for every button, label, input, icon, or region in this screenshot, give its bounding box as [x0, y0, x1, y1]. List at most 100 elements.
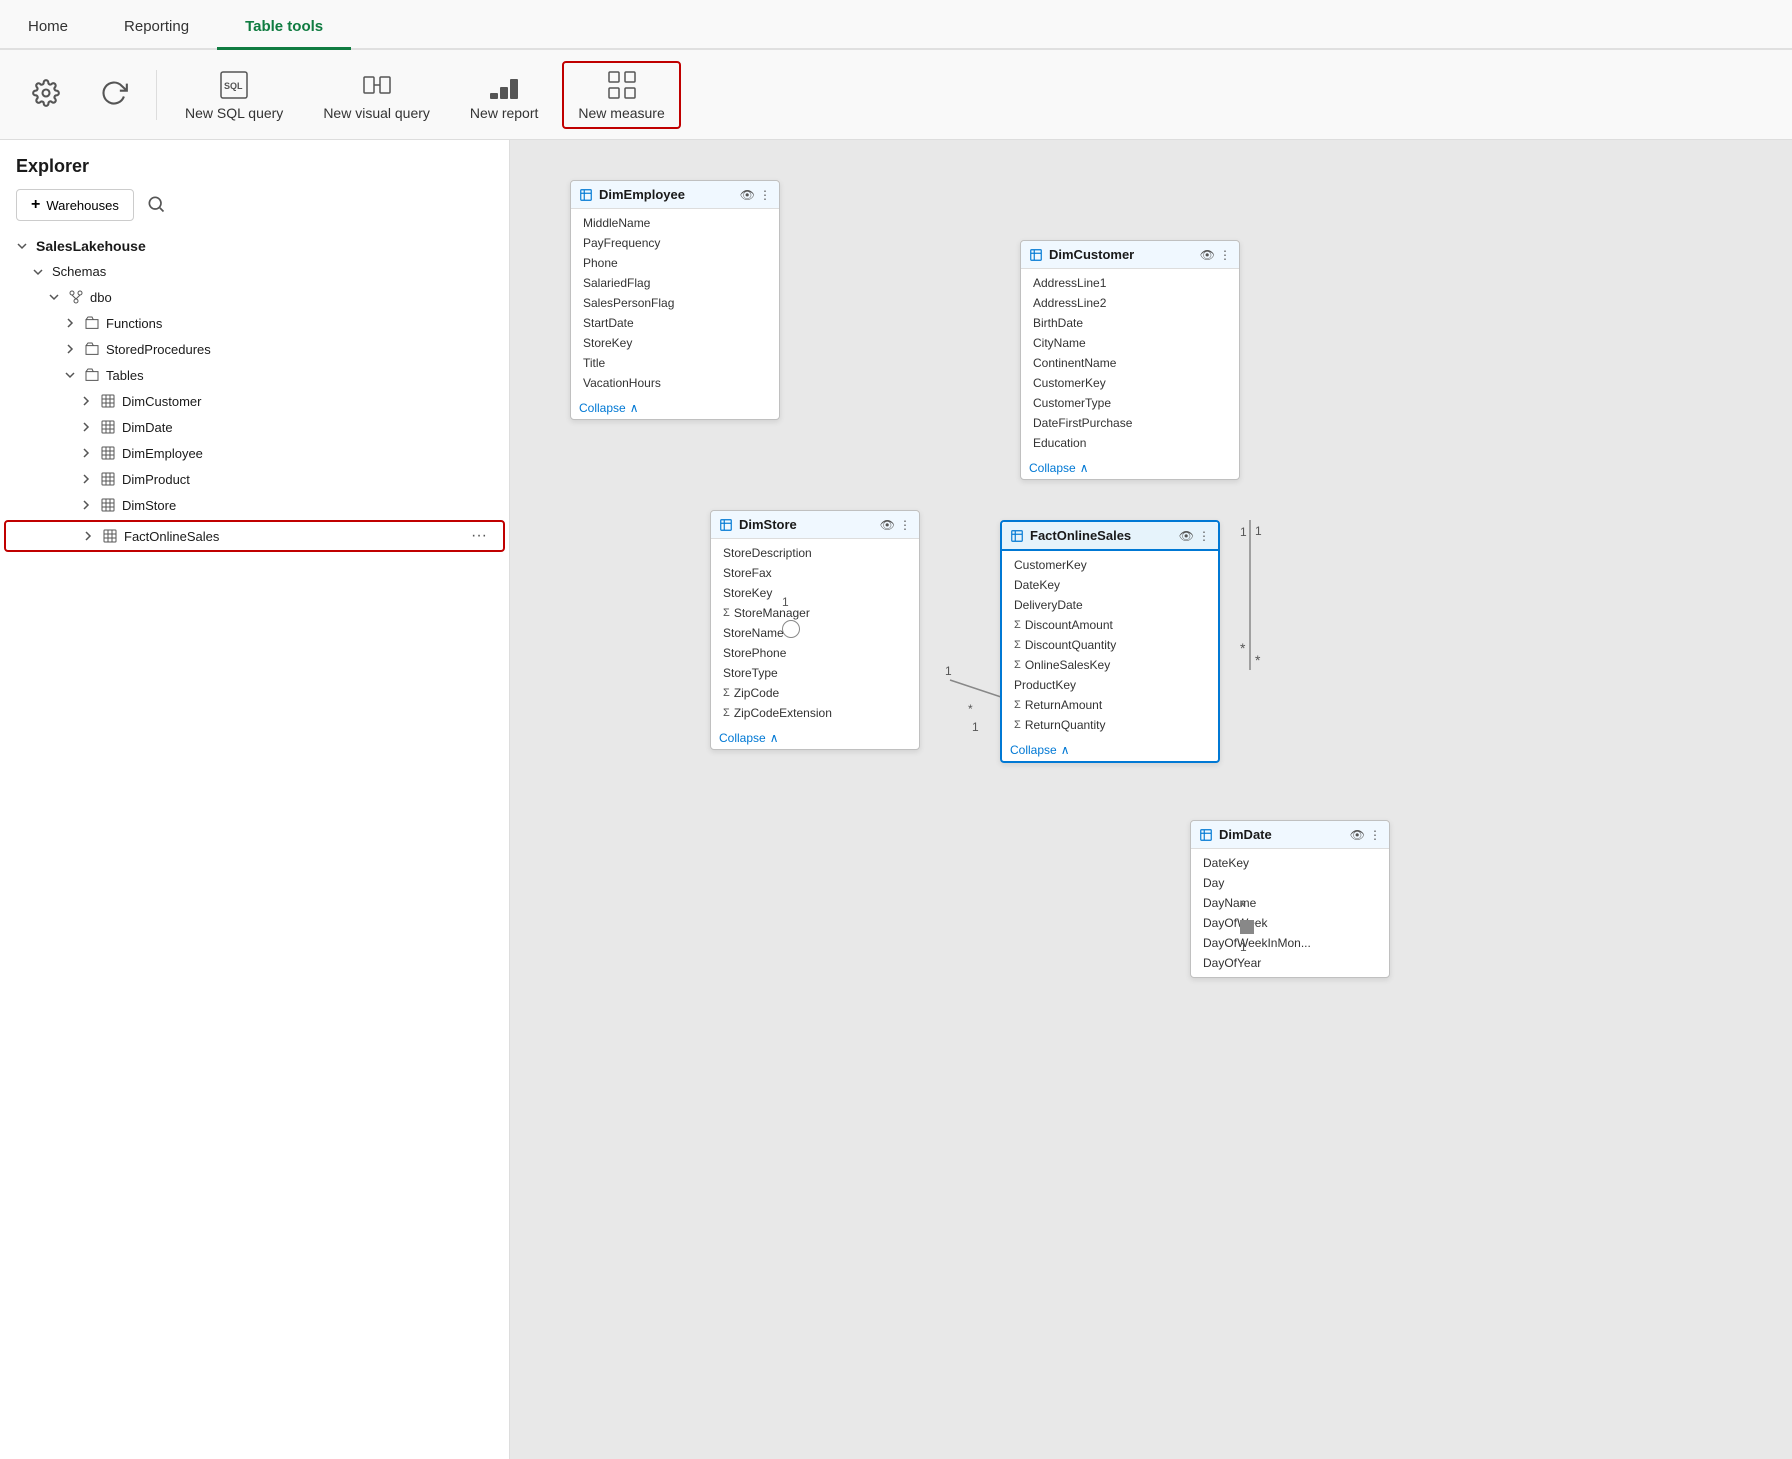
svg-text:*: *	[1255, 652, 1261, 668]
eye-icon[interactable]: 👁	[740, 188, 755, 202]
dimstore-collapse[interactable]: Collapse ∧	[711, 727, 919, 749]
chevron-up-icon: ∧	[770, 731, 779, 745]
factonlinesales-collapse[interactable]: Collapse ∧	[1002, 739, 1218, 761]
table-card-dimdate[interactable]: DimDate 👁 ⋮ DateKey Day DayName DayOfWee…	[1190, 820, 1390, 978]
field-storefax: StoreFax	[711, 563, 919, 583]
dimdate-fields: DateKey Day DayName DayOfWeek DayOfWeekI…	[1191, 849, 1389, 977]
table-card-dimemployee[interactable]: DimEmployee 👁 ⋮ MiddleName PayFrequency …	[570, 180, 780, 420]
tree-item-dimemployee[interactable]: DimEmployee	[0, 440, 509, 466]
tree-item-dimdate[interactable]: DimDate	[0, 414, 509, 440]
field-productkey: ProductKey	[1002, 675, 1218, 695]
field-zipcode: ΣZipCode	[711, 683, 919, 703]
tree-item-schemas[interactable]: Schemas	[0, 259, 509, 284]
table-icon	[1010, 529, 1024, 543]
eye-icon[interactable]: 👁	[880, 518, 895, 532]
tree-item-storedprocedures[interactable]: StoredProcedures	[0, 336, 509, 362]
table-icon	[102, 528, 118, 544]
tree-item-dimproduct[interactable]: DimProduct	[0, 466, 509, 492]
eye-icon[interactable]: 👁	[1350, 828, 1365, 842]
tree-item-tables[interactable]: Tables	[0, 362, 509, 388]
settings-button[interactable]	[16, 73, 76, 117]
field-dayofweek: DayOfWeek	[1191, 913, 1389, 933]
table-icon	[719, 518, 733, 532]
dimemployee-label: DimEmployee	[122, 446, 203, 461]
search-button[interactable]	[142, 190, 170, 221]
table-icon	[579, 188, 593, 202]
new-measure-button[interactable]: New measure	[562, 61, 680, 129]
separator-1	[156, 70, 157, 120]
table-card-factonlinesales[interactable]: FactOnlineSales 👁 ⋮ CustomerKey DateKey …	[1000, 520, 1220, 763]
sql-icon: SQL	[218, 69, 250, 101]
add-warehouses-button[interactable]: + Warehouses	[16, 189, 134, 221]
tree-item-dimstore[interactable]: DimStore	[0, 492, 509, 518]
tab-reporting[interactable]: Reporting	[96, 4, 217, 50]
chevron-right-icon	[80, 447, 94, 459]
field-datekey: DateKey	[1191, 853, 1389, 873]
connector-label-star2: *	[1240, 640, 1245, 656]
more-icon[interactable]: ⋮	[1198, 529, 1210, 543]
tab-tabletools[interactable]: Table tools	[217, 4, 351, 50]
field-datekey: DateKey	[1002, 575, 1218, 595]
schemas-label: Schemas	[52, 264, 106, 279]
refresh-icon	[100, 79, 128, 107]
tree-item-saleslakehouse[interactable]: SalesLakehouse	[0, 233, 509, 259]
refresh-button[interactable]	[84, 73, 144, 117]
dimdate-card-title: DimDate	[1219, 827, 1272, 842]
chevron-right-icon	[80, 473, 94, 485]
connector-node-1	[782, 620, 800, 638]
dimemployee-collapse[interactable]: Collapse ∧	[571, 397, 779, 419]
more-icon[interactable]: ⋮	[759, 188, 771, 202]
folder-icon	[84, 315, 100, 331]
chevron-right-icon	[80, 395, 94, 407]
field-returnquantity: ΣReturnQuantity	[1002, 715, 1218, 735]
tree-item-functions[interactable]: Functions	[0, 310, 509, 336]
new-measure-label: New measure	[578, 105, 664, 121]
canvas[interactable]: 1 * 1 * 1 * 1 DimEm	[510, 140, 1792, 1459]
dimproduct-label: DimProduct	[122, 472, 190, 487]
sigma-icon: Σ	[1014, 639, 1021, 651]
field-datefirstpurchase: DateFirstPurchase	[1021, 413, 1239, 433]
tree-item-factonlinesales[interactable]: FactOnlineSales ···	[4, 520, 505, 552]
connector-label-1c: 1	[1240, 525, 1247, 539]
toolbar: SQL New SQL query New visual query New r…	[0, 50, 1792, 140]
eye-icon[interactable]: 👁	[1179, 529, 1194, 543]
more-icon[interactable]: ⋮	[1369, 828, 1381, 842]
eye-icon[interactable]: 👁	[1200, 248, 1215, 262]
more-options-button[interactable]: ···	[471, 527, 487, 545]
chevron-down-icon	[32, 266, 46, 278]
schema-icon	[68, 289, 84, 305]
field-returnamount: ΣReturnAmount	[1002, 695, 1218, 715]
report-icon	[488, 69, 520, 101]
chevron-down-icon	[16, 240, 30, 252]
dimcustomer-collapse[interactable]: Collapse ∧	[1021, 457, 1239, 479]
new-sql-query-button[interactable]: SQL New SQL query	[169, 61, 299, 129]
field-middlename: MiddleName	[571, 213, 779, 233]
field-salespersonflag: SalesPersonFlag	[571, 293, 779, 313]
sigma-icon: Σ	[1014, 659, 1021, 671]
field-storemanager: ΣStoreManager	[711, 603, 919, 623]
connector-label-star1: *	[968, 702, 973, 716]
collapse-label: Collapse	[1010, 743, 1057, 757]
tab-home[interactable]: Home	[0, 4, 96, 50]
explorer-title: Explorer	[16, 156, 89, 177]
tree-item-dbo[interactable]: dbo	[0, 284, 509, 310]
explorer-panel: Explorer + Warehouses SalesLakehouse	[0, 140, 510, 1459]
dimcustomer-fields: AddressLine1 AddressLine2 BirthDate City…	[1021, 269, 1239, 457]
connector-label-1b: 1	[972, 720, 979, 734]
more-icon[interactable]: ⋮	[899, 518, 911, 532]
collapse-label: Collapse	[579, 401, 626, 415]
factonlinesales-fields: CustomerKey DateKey DeliveryDate ΣDiscou…	[1002, 551, 1218, 739]
new-sql-query-label: New SQL query	[185, 105, 283, 121]
new-report-button[interactable]: New report	[454, 61, 554, 129]
plus-icon: +	[31, 196, 40, 214]
new-visual-query-label: New visual query	[323, 105, 430, 121]
more-icon[interactable]: ⋮	[1219, 248, 1231, 262]
tree-item-dimcustomer[interactable]: DimCustomer	[0, 388, 509, 414]
chevron-right-icon	[80, 499, 94, 511]
table-icon	[100, 445, 116, 461]
table-icon	[100, 471, 116, 487]
table-card-dimcustomer[interactable]: DimCustomer 👁 ⋮ AddressLine1 AddressLine…	[1020, 240, 1240, 480]
field-storephone: StorePhone	[711, 643, 919, 663]
new-visual-query-button[interactable]: New visual query	[307, 61, 446, 129]
table-card-dimstore[interactable]: DimStore 👁 ⋮ StoreDescription StoreFax S…	[710, 510, 920, 750]
